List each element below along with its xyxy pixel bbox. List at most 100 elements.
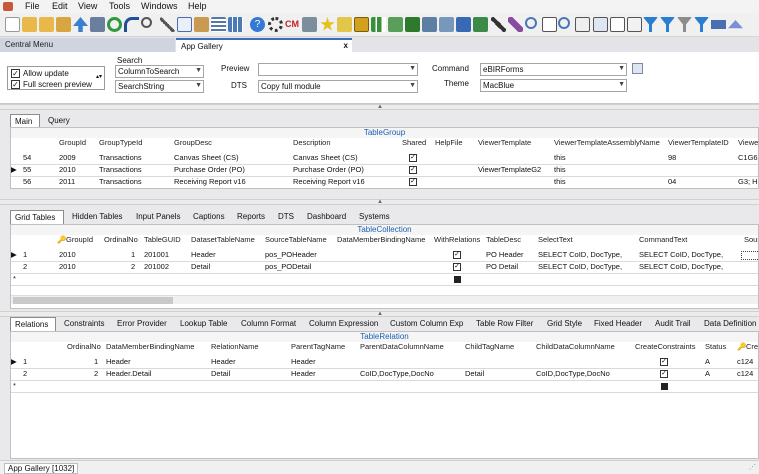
header-viewer[interactable]: Viewer — [738, 138, 758, 149]
tab-custom-column-exp[interactable]: Custom Column Exp — [386, 317, 467, 331]
header-group-desc[interactable]: GroupDesc — [174, 138, 212, 149]
favorite-icon[interactable] — [320, 17, 335, 31]
new-row-checkbox[interactable] — [661, 383, 668, 390]
header-data-member-binding[interactable]: DataMemberBindingName — [337, 235, 425, 246]
copy-icon[interactable] — [177, 17, 192, 32]
script-icon[interactable] — [302, 17, 317, 32]
list-icon[interactable] — [211, 17, 226, 32]
filter-edit-icon[interactable] — [677, 17, 692, 32]
open-icon[interactable] — [22, 17, 37, 32]
tab-grid-style[interactable]: Grid Style — [543, 317, 586, 331]
tab-main[interactable]: Main — [10, 114, 40, 128]
tab-systems[interactable]: Systems — [355, 210, 394, 224]
tab-error-provider[interactable]: Error Provider — [113, 317, 171, 331]
undo-icon[interactable] — [124, 17, 139, 32]
tab-data-definition[interactable]: Data Definition — [700, 317, 759, 331]
header-shared[interactable]: Shared — [402, 138, 426, 149]
brush-icon[interactable] — [491, 17, 506, 32]
tab-audit-trail[interactable]: Audit Trail — [651, 317, 695, 331]
header-group-id[interactable]: GroupId — [59, 138, 86, 149]
image-icon[interactable] — [388, 17, 403, 32]
tab-central-menu[interactable]: Central Menu — [0, 38, 175, 52]
chart-icon[interactable] — [371, 17, 386, 32]
header-child-tag-name[interactable]: ChildTagName — [465, 342, 514, 353]
menu-tools[interactable]: Tools — [109, 1, 130, 11]
header-relation-name[interactable]: RelationName — [211, 342, 259, 353]
header-parent-data-column[interactable]: ParentDataColumnName — [360, 342, 444, 353]
table-icon[interactable] — [228, 17, 243, 32]
new-row-checkbox[interactable] — [454, 276, 461, 283]
header-group-id[interactable]: GroupId — [66, 235, 93, 246]
shared-checkbox[interactable]: ✓ — [409, 154, 417, 162]
settings-icon[interactable] — [268, 17, 283, 32]
export-icon[interactable] — [354, 17, 369, 32]
menu-view[interactable]: View — [78, 1, 97, 11]
panel-icon[interactable] — [610, 17, 625, 32]
new-row-marker[interactable]: * — [13, 274, 16, 284]
list-view-icon[interactable] — [711, 20, 726, 29]
header-description[interactable]: Description — [293, 138, 331, 149]
horizontal-scrollbar[interactable] — [11, 295, 758, 304]
splitter-top[interactable]: ▲ — [0, 104, 759, 110]
tab-dts[interactable]: DTS — [274, 210, 298, 224]
folder-icon[interactable] — [422, 17, 437, 32]
splitter-middle[interactable]: ▲ — [0, 199, 759, 205]
new-icon[interactable] — [5, 17, 20, 32]
header-viewer-assembly[interactable]: ViewerTemplateAssemblyName — [554, 138, 660, 149]
resize-icon[interactable] — [575, 17, 590, 32]
header-ordinal-no[interactable]: OrdinalNo — [104, 235, 138, 246]
header-dataset-table-name[interactable]: DatasetTableName — [191, 235, 255, 246]
find-icon[interactable] — [141, 17, 152, 28]
header-group-type-id[interactable]: GroupTypeId — [99, 138, 142, 149]
tab-column-expression[interactable]: Column Expression — [305, 317, 382, 331]
window-icon[interactable] — [542, 17, 557, 32]
header-select-text[interactable]: SelectText — [538, 235, 573, 246]
filter-clear-icon[interactable] — [660, 17, 675, 32]
tab-hidden-tables[interactable]: Hidden Tables — [68, 210, 127, 224]
grid-icon[interactable] — [405, 17, 420, 32]
tab-relations[interactable]: Relations — [10, 317, 56, 331]
dts-select[interactable]: Copy full module ▼ — [258, 80, 418, 93]
tab-app-gallery[interactable]: App Gallery x — [176, 38, 352, 52]
zoom-in-icon[interactable] — [558, 17, 570, 29]
tab-reports[interactable]: Reports — [233, 210, 269, 224]
run-command-icon[interactable] — [632, 63, 643, 74]
header-source-table-name[interactable]: SourceTableName — [265, 235, 327, 246]
create-constraints-checkbox[interactable]: ✓ — [660, 370, 668, 378]
collapse-icon[interactable] — [728, 20, 743, 29]
save-green-icon[interactable] — [473, 17, 488, 32]
save-icon[interactable] — [39, 17, 54, 32]
key-icon[interactable] — [508, 17, 523, 32]
menu-edit[interactable]: Edit — [52, 1, 68, 11]
filter-icon[interactable] — [643, 17, 658, 32]
scrollbar-thumb[interactable] — [13, 297, 173, 304]
shared-checkbox[interactable]: ✓ — [409, 166, 417, 174]
close-icon[interactable]: x — [344, 41, 348, 50]
tree-icon[interactable] — [90, 17, 105, 32]
command-select[interactable]: eBIRForms ▼ — [480, 63, 627, 76]
header-table-guid[interactable]: TableGUID — [144, 235, 181, 246]
save-all-icon[interactable] — [56, 17, 71, 32]
help-icon[interactable]: ? — [250, 17, 265, 32]
full-screen-checkbox[interactable]: ✓ — [11, 80, 20, 89]
header-command-text[interactable]: CommandText — [639, 235, 687, 246]
tab-input-panels[interactable]: Input Panels — [132, 210, 184, 224]
header-parent-tag-name[interactable]: ParentTagName — [291, 342, 345, 353]
header-with-relations[interactable]: WithRelations — [434, 235, 480, 246]
tab-grid-tables[interactable]: Grid Tables — [10, 210, 64, 224]
shared-checkbox[interactable]: ✓ — [409, 178, 417, 186]
sql-icon[interactable] — [337, 17, 352, 32]
frame-icon[interactable] — [627, 17, 642, 32]
with-relations-checkbox[interactable]: ✓ — [453, 263, 461, 271]
header-viewer-template-id[interactable]: ViewerTemplateID — [668, 138, 729, 149]
tab-fixed-header[interactable]: Fixed Header — [590, 317, 646, 331]
active-cell[interactable] — [741, 251, 758, 260]
header-create-constraints[interactable]: CreateConstraints — [635, 342, 695, 353]
paste-icon[interactable] — [194, 17, 209, 32]
zoom-out-icon[interactable] — [525, 17, 537, 29]
header-sour[interactable]: Sour — [744, 235, 758, 246]
layout-icon[interactable] — [593, 17, 608, 32]
cut-icon[interactable] — [160, 17, 175, 32]
tab-captions[interactable]: Captions — [189, 210, 229, 224]
tab-query[interactable]: Query — [44, 114, 74, 128]
